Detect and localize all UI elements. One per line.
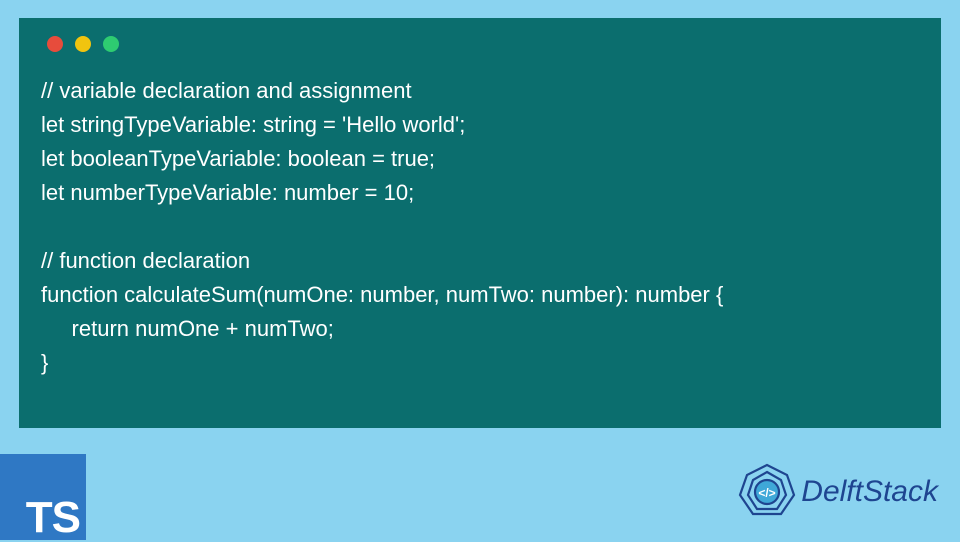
svg-text:</>: </>: [759, 486, 776, 500]
code-line: let stringTypeVariable: string = 'Hello …: [41, 112, 465, 137]
close-icon: [47, 36, 63, 52]
code-line: let booleanTypeVariable: boolean = true;: [41, 146, 435, 171]
brand-emblem-icon: </>: [737, 462, 797, 522]
typescript-badge: TS: [0, 454, 86, 540]
code-line: // function declaration: [41, 248, 250, 273]
brand-name: DelftStack: [801, 475, 938, 509]
code-block: // variable declaration and assignment l…: [41, 74, 919, 380]
code-line: }: [41, 350, 48, 375]
code-line: return numOne + numTwo;: [41, 316, 334, 341]
code-line: function calculateSum(numOne: number, nu…: [41, 282, 723, 307]
code-line: let numberTypeVariable: number = 10;: [41, 180, 414, 205]
window-traffic-lights: [41, 36, 919, 52]
typescript-badge-text: TS: [26, 496, 80, 540]
maximize-icon: [103, 36, 119, 52]
minimize-icon: [75, 36, 91, 52]
code-line: // variable declaration and assignment: [41, 78, 412, 103]
code-panel: // variable declaration and assignment l…: [19, 18, 941, 428]
brand-logo: </> DelftStack: [737, 462, 938, 522]
